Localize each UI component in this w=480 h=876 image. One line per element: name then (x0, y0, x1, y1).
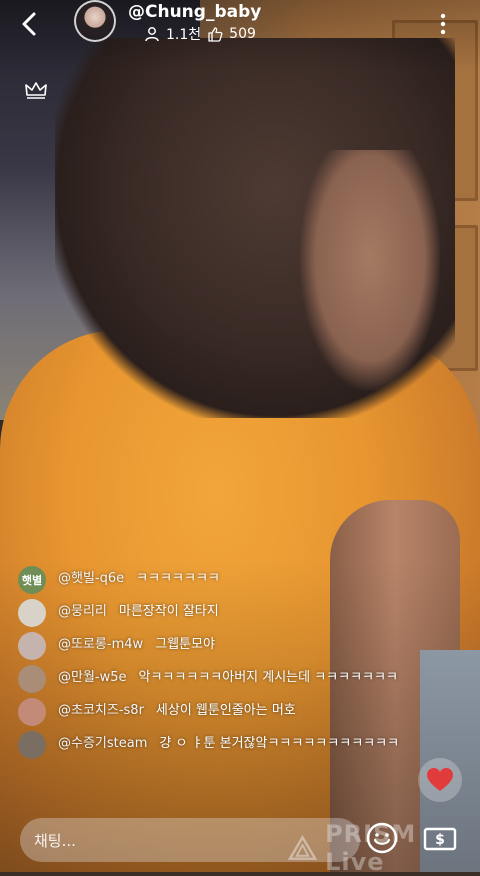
emoji-icon[interactable] (364, 820, 400, 856)
likes-count: 509 (229, 26, 256, 42)
chat-avatar-label: 햇별 (21, 573, 43, 587)
chat-input-placeholder: 채팅... (34, 832, 76, 850)
donation-icon[interactable]: $ (418, 820, 462, 858)
chat-text: 그웹툰모야 (155, 637, 215, 652)
chat-nick[interactable]: @만월-w5e (58, 670, 127, 685)
streamer-username[interactable]: @Chung_baby (128, 2, 261, 22)
streamer-stats: 1.1천 509 (144, 24, 256, 44)
back-chevron-icon[interactable] (16, 10, 44, 38)
chat-message: 햇별 @햇빌-q6e ㅋㅋㅋㅋㅋㅋㅋ (18, 566, 418, 594)
chat-text: ㅋㅋㅋㅋㅋㅋㅋ (136, 571, 220, 586)
svg-text:$: $ (435, 832, 445, 848)
chat-text: 마른장작이 잘타지 (118, 604, 219, 619)
person-icon (145, 27, 159, 42)
more-vertical-icon[interactable] (436, 12, 450, 36)
heart-icon (427, 768, 453, 791)
chat-nick[interactable]: @또로롱-m4w (58, 637, 143, 652)
chat-avatar[interactable] (18, 665, 46, 693)
like-heart-button[interactable] (418, 758, 462, 802)
chat-text: 악ㅋㅋㅋㅋㅋㅋ아버지 계시는데 ㅋㅋㅋㅋㅋㅋㅋ (138, 670, 398, 685)
chat-nick[interactable]: @햇빌-q6e (58, 571, 124, 586)
streamer-avatar[interactable] (74, 0, 116, 42)
chat-avatar[interactable] (18, 698, 46, 726)
chat-text: 세상이 웹툰인줄아는 머호 (155, 703, 296, 718)
chat-message: @또로롱-m4w 그웹툰모야 (18, 632, 418, 660)
chat-nick[interactable]: @뭉리리 (58, 604, 107, 619)
chat-avatar[interactable] (18, 731, 46, 759)
thumbs-up-icon (208, 27, 223, 42)
chat-nick[interactable]: @초코치즈-s8r (58, 703, 144, 718)
chat-message: @뭉리리 마른장작이 잘타지 (18, 599, 418, 627)
followers-count: 1.1천 (166, 27, 202, 43)
chat-message: @수증기steam 걍 ㅇ ㅑ툰 본거잖앜ㅋㅋㅋㅋㅋㅋㅋㅋㅋㅋㅋ (18, 731, 418, 759)
chat-avatar[interactable] (18, 632, 46, 660)
chat-nick[interactable]: @수증기steam (58, 736, 147, 751)
chat-list: 햇별 @햇빌-q6e ㅋㅋㅋㅋㅋㅋㅋ @뭉리리 마른장작이 잘타지 @또로롱-m4w… (18, 566, 418, 768)
chat-input[interactable]: 채팅... (20, 818, 360, 862)
crown-icon[interactable] (24, 80, 48, 100)
chat-message: @만월-w5e 악ㅋㅋㅋㅋㅋㅋ아버지 계시는데 ㅋㅋㅋㅋㅋㅋㅋ (18, 665, 418, 693)
chat-text: 걍 ㅇ ㅑ툰 본거잖앜ㅋㅋㅋㅋㅋㅋㅋㅋㅋㅋㅋ (159, 736, 400, 751)
chat-message: @초코치즈-s8r 세상이 웹툰인줄아는 머호 (18, 698, 418, 726)
chat-avatar[interactable]: 햇별 (18, 566, 46, 594)
person-face (300, 150, 440, 390)
chat-avatar[interactable] (18, 599, 46, 627)
